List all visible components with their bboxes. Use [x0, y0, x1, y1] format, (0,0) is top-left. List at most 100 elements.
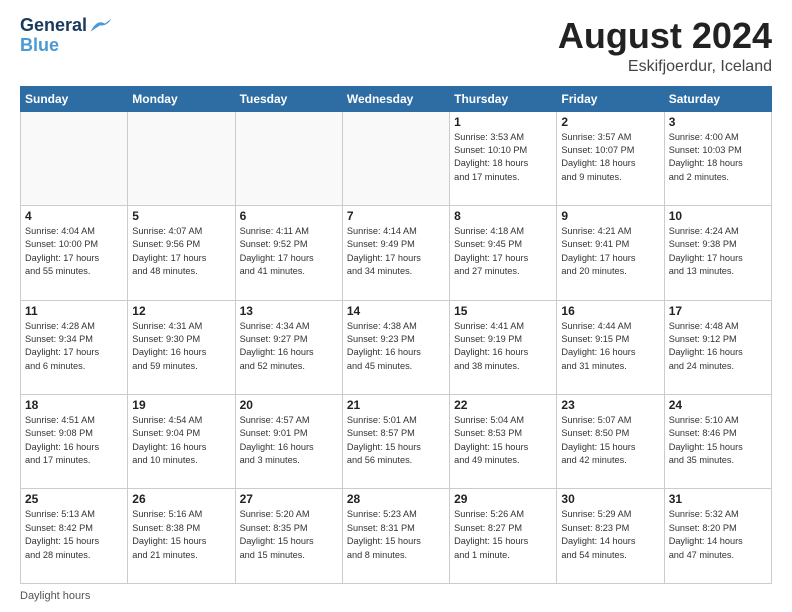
calendar-cell: 26 Sunrise: 5:16 AMSunset: 8:38 PMDayligh…	[128, 489, 235, 584]
calendar-cell: 12 Sunrise: 4:31 AMSunset: 9:30 PMDayligh…	[128, 300, 235, 394]
day-info: Sunrise: 3:57 AMSunset: 10:07 PMDaylight…	[561, 131, 659, 184]
day-info: Sunrise: 4:44 AMSunset: 9:15 PMDaylight:…	[561, 320, 659, 373]
day-info: Sunrise: 4:51 AMSunset: 9:08 PMDaylight:…	[25, 414, 123, 467]
day-number: 6	[240, 209, 338, 223]
weekday-header-row: SundayMondayTuesdayWednesdayThursdayFrid…	[21, 86, 772, 111]
calendar-cell: 11 Sunrise: 4:28 AMSunset: 9:34 PMDayligh…	[21, 300, 128, 394]
day-info: Sunrise: 5:13 AMSunset: 8:42 PMDaylight:…	[25, 508, 123, 561]
calendar-cell	[21, 111, 128, 205]
calendar-cell: 30 Sunrise: 5:29 AMSunset: 8:23 PMDayligh…	[557, 489, 664, 584]
day-info: Sunrise: 4:38 AMSunset: 9:23 PMDaylight:…	[347, 320, 445, 373]
week-row-4: 18 Sunrise: 4:51 AMSunset: 9:08 PMDayligh…	[21, 395, 772, 489]
logo: General Blue	[20, 16, 113, 56]
location: Eskifjoerdur, Iceland	[558, 58, 772, 76]
day-number: 10	[669, 209, 767, 223]
day-info: Sunrise: 5:32 AMSunset: 8:20 PMDaylight:…	[669, 508, 767, 561]
day-number: 1	[454, 115, 552, 129]
day-info: Sunrise: 5:16 AMSunset: 8:38 PMDaylight:…	[132, 508, 230, 561]
calendar-cell: 19 Sunrise: 4:54 AMSunset: 9:04 PMDayligh…	[128, 395, 235, 489]
day-number: 22	[454, 398, 552, 412]
calendar-cell: 17 Sunrise: 4:48 AMSunset: 9:12 PMDayligh…	[664, 300, 771, 394]
day-info: Sunrise: 4:48 AMSunset: 9:12 PMDaylight:…	[669, 320, 767, 373]
day-info: Sunrise: 4:11 AMSunset: 9:52 PMDaylight:…	[240, 225, 338, 278]
day-number: 29	[454, 492, 552, 506]
day-info: Sunrise: 5:26 AMSunset: 8:27 PMDaylight:…	[454, 508, 552, 561]
day-info: Sunrise: 4:34 AMSunset: 9:27 PMDaylight:…	[240, 320, 338, 373]
calendar-cell: 10 Sunrise: 4:24 AMSunset: 9:38 PMDayligh…	[664, 206, 771, 300]
day-number: 13	[240, 304, 338, 318]
day-info: Sunrise: 5:20 AMSunset: 8:35 PMDaylight:…	[240, 508, 338, 561]
footer: Daylight hours	[20, 590, 772, 602]
week-row-5: 25Sunrise: 5:13 AMSunset: 8:42 PMDayligh…	[21, 489, 772, 584]
day-number: 4	[25, 209, 123, 223]
calendar-cell: 16Sunrise: 4:44 AMSunset: 9:15 PMDayligh…	[557, 300, 664, 394]
day-info: Sunrise: 4:14 AMSunset: 9:49 PMDaylight:…	[347, 225, 445, 278]
day-info: Sunrise: 5:29 AMSunset: 8:23 PMDaylight:…	[561, 508, 659, 561]
calendar-cell: 29 Sunrise: 5:26 AMSunset: 8:27 PMDayligh…	[450, 489, 557, 584]
day-number: 15	[454, 304, 552, 318]
day-number: 24	[669, 398, 767, 412]
logo-text: General	[20, 16, 87, 36]
day-number: 30	[561, 492, 659, 506]
logo-bird-icon	[89, 16, 113, 36]
calendar-cell: 23Sunrise: 5:07 AMSunset: 8:50 PMDayligh…	[557, 395, 664, 489]
day-number: 11	[25, 304, 123, 318]
header: General Blue August 2024 Eskifjoerdur, I…	[20, 16, 772, 76]
calendar-cell: 13 Sunrise: 4:34 AMSunset: 9:27 PMDayligh…	[235, 300, 342, 394]
day-info: Sunrise: 4:28 AMSunset: 9:34 PMDaylight:…	[25, 320, 123, 373]
weekday-header-wednesday: Wednesday	[342, 86, 449, 111]
calendar-cell: 18 Sunrise: 4:51 AMSunset: 9:08 PMDayligh…	[21, 395, 128, 489]
weekday-header-friday: Friday	[557, 86, 664, 111]
week-row-2: 4Sunrise: 4:04 AMSunset: 10:00 PMDayligh…	[21, 206, 772, 300]
day-number: 18	[25, 398, 123, 412]
footer-label: Daylight hours	[20, 590, 90, 602]
weekday-header-sunday: Sunday	[21, 86, 128, 111]
calendar-cell: 3Sunrise: 4:00 AMSunset: 10:03 PMDayligh…	[664, 111, 771, 205]
day-info: Sunrise: 4:18 AMSunset: 9:45 PMDaylight:…	[454, 225, 552, 278]
day-info: Sunrise: 3:53 AMSunset: 10:10 PMDaylight…	[454, 131, 552, 184]
month-year: August 2024	[558, 16, 772, 56]
calendar-cell: 15 Sunrise: 4:41 AMSunset: 9:19 PMDayligh…	[450, 300, 557, 394]
day-info: Sunrise: 4:41 AMSunset: 9:19 PMDaylight:…	[454, 320, 552, 373]
day-info: Sunrise: 4:57 AMSunset: 9:01 PMDaylight:…	[240, 414, 338, 467]
day-info: Sunrise: 4:31 AMSunset: 9:30 PMDaylight:…	[132, 320, 230, 373]
day-number: 8	[454, 209, 552, 223]
day-number: 19	[132, 398, 230, 412]
weekday-header-tuesday: Tuesday	[235, 86, 342, 111]
calendar-cell: 20 Sunrise: 4:57 AMSunset: 9:01 PMDayligh…	[235, 395, 342, 489]
day-number: 17	[669, 304, 767, 318]
calendar-cell: 25Sunrise: 5:13 AMSunset: 8:42 PMDayligh…	[21, 489, 128, 584]
calendar-cell: 2 Sunrise: 3:57 AMSunset: 10:07 PMDayligh…	[557, 111, 664, 205]
week-row-3: 11 Sunrise: 4:28 AMSunset: 9:34 PMDayligh…	[21, 300, 772, 394]
day-info: Sunrise: 4:24 AMSunset: 9:38 PMDaylight:…	[669, 225, 767, 278]
day-number: 9	[561, 209, 659, 223]
day-info: Sunrise: 5:01 AMSunset: 8:57 PMDaylight:…	[347, 414, 445, 467]
calendar-cell: 31 Sunrise: 5:32 AMSunset: 8:20 PMDayligh…	[664, 489, 771, 584]
page: General Blue August 2024 Eskifjoerdur, I…	[0, 0, 792, 612]
week-row-1: 1 Sunrise: 3:53 AMSunset: 10:10 PMDayligh…	[21, 111, 772, 205]
day-info: Sunrise: 4:54 AMSunset: 9:04 PMDaylight:…	[132, 414, 230, 467]
calendar-cell: 4Sunrise: 4:04 AMSunset: 10:00 PMDayligh…	[21, 206, 128, 300]
day-info: Sunrise: 5:04 AMSunset: 8:53 PMDaylight:…	[454, 414, 552, 467]
day-number: 21	[347, 398, 445, 412]
calendar-cell: 8 Sunrise: 4:18 AMSunset: 9:45 PMDaylight…	[450, 206, 557, 300]
weekday-header-monday: Monday	[128, 86, 235, 111]
day-number: 5	[132, 209, 230, 223]
day-number: 3	[669, 115, 767, 129]
day-info: Sunrise: 5:07 AMSunset: 8:50 PMDaylight:…	[561, 414, 659, 467]
day-number: 20	[240, 398, 338, 412]
day-info: Sunrise: 5:23 AMSunset: 8:31 PMDaylight:…	[347, 508, 445, 561]
day-number: 31	[669, 492, 767, 506]
calendar-cell: 22 Sunrise: 5:04 AMSunset: 8:53 PMDayligh…	[450, 395, 557, 489]
day-number: 27	[240, 492, 338, 506]
day-number: 12	[132, 304, 230, 318]
logo-blue-text: Blue	[20, 36, 113, 56]
calendar-cell: 1 Sunrise: 3:53 AMSunset: 10:10 PMDayligh…	[450, 111, 557, 205]
calendar-cell	[128, 111, 235, 205]
day-number: 2	[561, 115, 659, 129]
calendar-cell: 5Sunrise: 4:07 AMSunset: 9:56 PMDaylight…	[128, 206, 235, 300]
calendar-cell: 7Sunrise: 4:14 AMSunset: 9:49 PMDaylight…	[342, 206, 449, 300]
day-info: Sunrise: 4:21 AMSunset: 9:41 PMDaylight:…	[561, 225, 659, 278]
calendar-table: SundayMondayTuesdayWednesdayThursdayFrid…	[20, 86, 772, 584]
day-number: 26	[132, 492, 230, 506]
